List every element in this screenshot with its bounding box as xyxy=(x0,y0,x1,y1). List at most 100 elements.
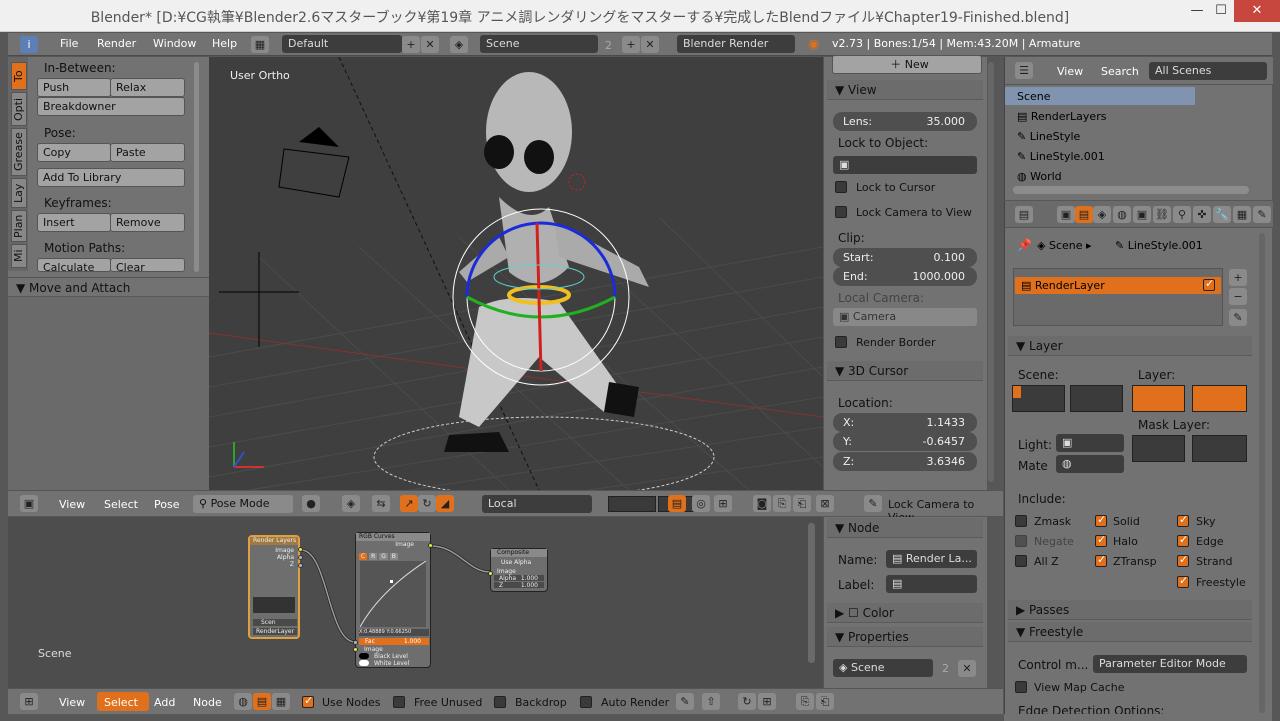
render-layer-checkbox[interactable] xyxy=(1203,277,1215,291)
outliner-menu-view[interactable]: View xyxy=(1057,65,1083,78)
clip-start-field[interactable]: Start: 0.100 xyxy=(833,248,977,267)
physics-tab-icon[interactable]: ✎ xyxy=(1253,206,1271,223)
lens-field[interactable]: Lens: 35.000 xyxy=(833,112,977,131)
free-unused-checkbox[interactable] xyxy=(393,696,405,708)
outliner-type-icon[interactable]: ☰ xyxy=(1015,62,1033,79)
node-parent-icon[interactable]: ⇧ xyxy=(702,693,720,710)
scene-layers-grid-b[interactable] xyxy=(1070,385,1123,412)
breakdowner-button[interactable]: Breakdowner xyxy=(37,97,185,116)
backdrop-checkbox[interactable] xyxy=(494,696,506,708)
view-panel-header[interactable]: ▼ View xyxy=(827,80,983,100)
pivot-icon[interactable]: ◈ xyxy=(342,495,360,512)
include-halo-checkbox[interactable] xyxy=(1095,533,1107,547)
relax-button[interactable]: Relax xyxy=(110,78,185,97)
freestyle-panel-header[interactable]: ▼ Freestyle xyxy=(1008,622,1252,642)
include-allz-checkbox[interactable] xyxy=(1015,555,1027,567)
tab-options[interactable]: Opti xyxy=(11,92,27,126)
cursor-z-field[interactable]: Z: 3.6346 xyxy=(833,452,977,471)
include-strand-checkbox[interactable] xyxy=(1177,553,1189,567)
push-button[interactable]: Push xyxy=(37,78,111,97)
shader-tree-icon[interactable]: ◍ xyxy=(234,693,252,710)
scene-tab-icon[interactable]: ◈ xyxy=(1093,206,1111,223)
texture-tree-icon[interactable]: ▦ xyxy=(272,693,290,710)
orientation-select[interactable]: Local xyxy=(482,495,592,513)
node-snap-icon[interactable]: ↻ xyxy=(738,693,756,710)
layout-remove-icon[interactable]: ✕ xyxy=(421,36,439,53)
pin-breadcrumb-icon[interactable]: 📌 xyxy=(1017,238,1032,252)
color-panel-header[interactable]: ▶ ☐ Color xyxy=(827,603,983,623)
render-layers-node[interactable]: Render Layers Image Alpha Z Scen RenderL… xyxy=(248,535,303,639)
node-pin-icon[interactable]: ✎ xyxy=(676,693,694,710)
local-camera-field[interactable]: ▣ Camera xyxy=(833,308,977,326)
modifier-tab-icon[interactable]: 🔧 xyxy=(1213,206,1231,223)
calculate-paths-button[interactable]: Calculate xyxy=(37,258,111,272)
object-tab-icon[interactable]: ▣ xyxy=(1133,206,1151,223)
node-paste-icon[interactable]: ⎗ xyxy=(816,693,834,710)
snap-icon[interactable]: ⊞ xyxy=(714,495,732,512)
material-field[interactable]: ◍ xyxy=(1056,455,1124,473)
node-copy-icon[interactable]: ⎘ xyxy=(796,693,814,710)
rgb-curve-graph[interactable] xyxy=(360,561,426,627)
clip-end-field[interactable]: End: 1000.000 xyxy=(833,267,977,286)
rotate-icon[interactable]: ↻ xyxy=(418,495,436,512)
layout-add-icon[interactable]: + xyxy=(402,36,420,53)
passes-panel-header[interactable]: ▶ Passes xyxy=(1008,600,1252,620)
scene-remove-icon[interactable]: ✕ xyxy=(641,36,659,53)
render-layer-add-icon[interactable]: + xyxy=(1229,269,1247,286)
outliner-item-world[interactable]: ◍ World xyxy=(1017,170,1062,183)
scene-add-icon[interactable]: + xyxy=(622,36,640,53)
pin-icon[interactable]: ⊠ xyxy=(816,495,834,512)
lock-layers-icon[interactable]: ▤ xyxy=(668,495,686,512)
node-editor-type-icon[interactable]: ⊞ xyxy=(20,693,38,710)
node-panel-header[interactable]: ▼ Node xyxy=(827,518,983,538)
outliner-hscrollbar[interactable] xyxy=(1013,186,1249,194)
control-mode-select[interactable]: Parameter Editor Mode xyxy=(1093,655,1247,673)
texture-tab-icon[interactable]: ▦ xyxy=(1233,206,1251,223)
menu-help[interactable]: Help xyxy=(212,37,237,50)
rl-layer-field[interactable]: RenderLayer xyxy=(253,628,297,635)
layer-layers-grid-b[interactable] xyxy=(1192,385,1247,412)
use-nodes-checkbox[interactable] xyxy=(302,694,314,708)
lock-object-field[interactable]: ▣ xyxy=(833,156,977,174)
world-tab-icon[interactable]: ◍ xyxy=(1113,206,1131,223)
composite-alpha-field[interactable]: Alpha 1.000 xyxy=(494,575,544,582)
render-engine-select[interactable]: Blender Render xyxy=(677,35,795,53)
rgb-channel-g[interactable]: G xyxy=(379,553,388,560)
bone-constraint-tab-icon[interactable]: ✜ xyxy=(1193,206,1211,223)
rgb-image-in-socket[interactable] xyxy=(353,647,358,652)
outliner-item-linestyle-001[interactable]: ✎ LineStyle.001 xyxy=(1017,150,1105,163)
lock-camera-checkbox[interactable] xyxy=(835,206,847,218)
rgb-channel-c[interactable]: C xyxy=(359,553,368,560)
outliner-filter-select[interactable]: All Scenes xyxy=(1149,62,1267,80)
outliner-menu-search[interactable]: Search xyxy=(1101,65,1139,78)
tool-shelf-scrollbar[interactable] xyxy=(194,62,199,272)
mode-select[interactable]: ⚲ Pose Mode xyxy=(193,495,293,513)
layer-panel-header[interactable]: ▼ Layer xyxy=(1008,336,1252,356)
view-map-cache-checkbox[interactable] xyxy=(1015,681,1027,693)
viewport-menu-view[interactable]: View xyxy=(59,498,85,511)
include-freestyle-checkbox[interactable] xyxy=(1177,574,1189,588)
scene-layer-active[interactable] xyxy=(1013,386,1021,398)
menu-file[interactable]: File xyxy=(60,37,78,50)
tab-plan[interactable]: Plan xyxy=(11,210,27,242)
mask-layers-grid-a[interactable] xyxy=(1132,435,1185,462)
copy-pose-icon[interactable]: ⎘ xyxy=(773,495,791,512)
3d-viewport[interactable]: User Ortho xyxy=(209,57,823,490)
menu-window[interactable]: Window xyxy=(153,37,196,50)
composite-node[interactable]: Composite Use Alpha Image Alpha 1.000 Z 1.… xyxy=(488,548,548,592)
scene-icon[interactable]: ◈ xyxy=(450,36,468,53)
insert-keyframe-button[interactable]: Insert xyxy=(37,213,111,232)
paste-pose-button[interactable]: Paste xyxy=(110,143,185,162)
outliner-item-linestyle[interactable]: ✎ LineStyle xyxy=(1017,130,1080,143)
outliner-item-renderlayers[interactable]: ▤ RenderLayers xyxy=(1017,110,1106,123)
translate-icon[interactable]: ↗ xyxy=(400,495,418,512)
node-label-field[interactable]: ▤ xyxy=(886,575,977,593)
rgb-channel-r[interactable]: R xyxy=(369,553,378,560)
mask-layers-grid-b[interactable] xyxy=(1192,435,1247,462)
outliner-item-scene[interactable]: Scene xyxy=(1017,90,1051,103)
rl-scene-field[interactable]: Scen xyxy=(253,619,297,626)
node-name-field[interactable]: ▤ Render La... xyxy=(886,550,977,568)
layout-icon[interactable]: ▦ xyxy=(251,36,269,53)
rgb-fac-socket[interactable] xyxy=(353,640,358,645)
rgb-curves-node[interactable]: RGB Curves Image C R G B X:0.48889 Y:0.6… xyxy=(353,532,433,668)
